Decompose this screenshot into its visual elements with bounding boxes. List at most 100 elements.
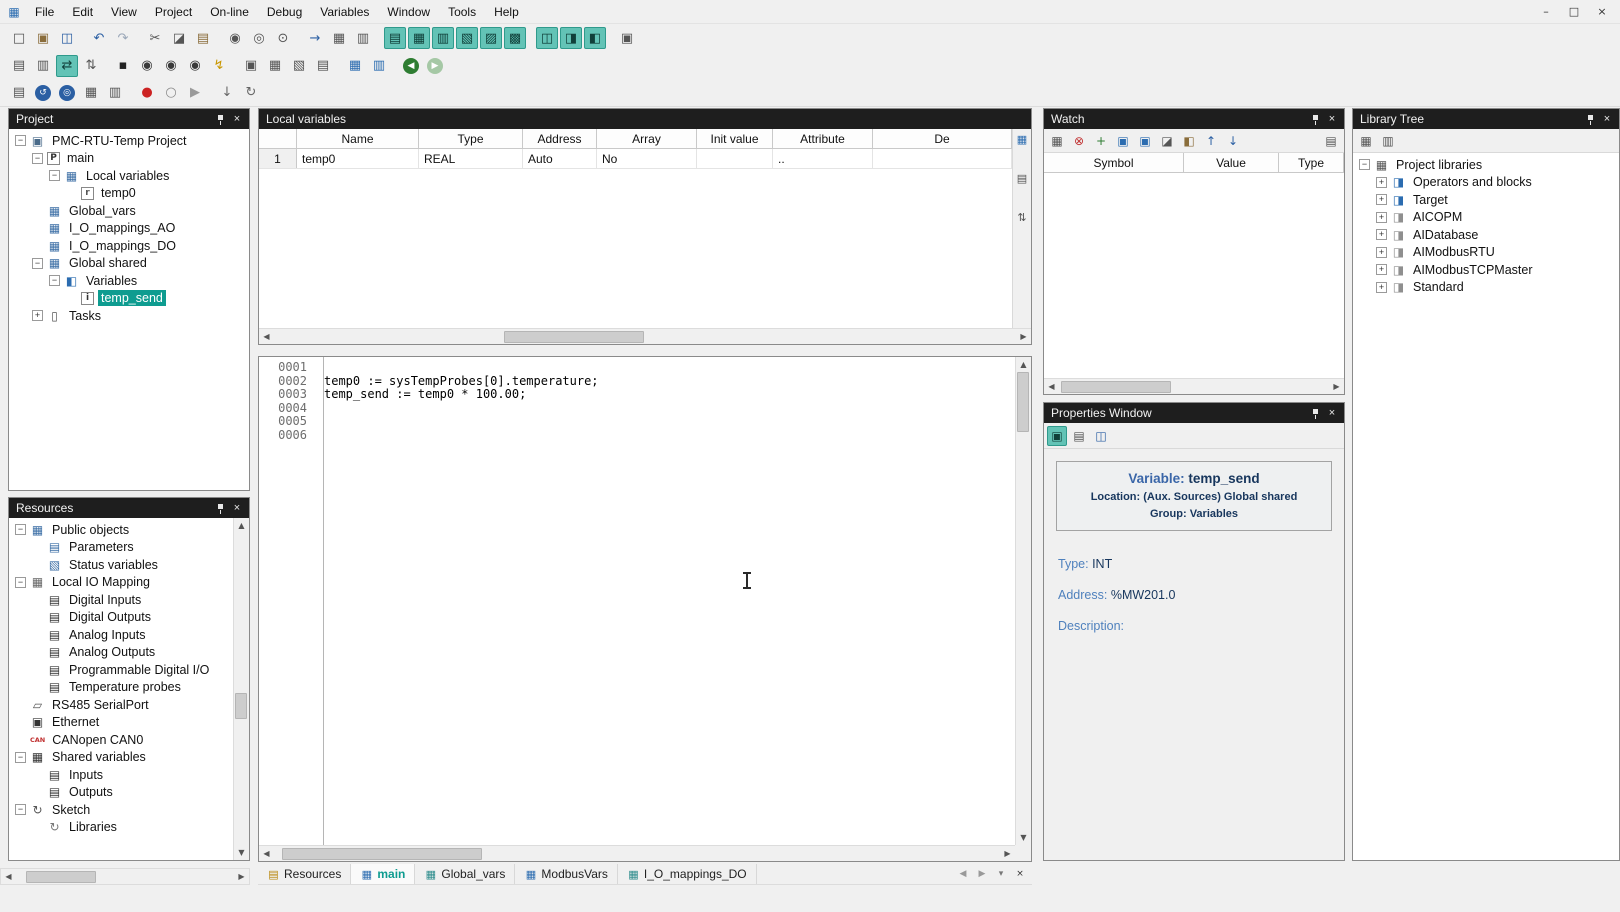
editor-line[interactable]: 0002temp0 := sysTempProbes[0].temperatur… — [259, 375, 1015, 389]
import-watch-button[interactable]: ▣ — [1113, 131, 1133, 151]
column-header-name[interactable]: Name — [297, 129, 419, 148]
st-code-editor[interactable]: 00010002temp0 := sysTempProbes[0].temper… — [258, 356, 1032, 862]
plus-expander-icon[interactable]: + — [1376, 212, 1387, 223]
save-watch-button[interactable]: ◪ — [1157, 131, 1177, 151]
device-view-button[interactable]: ▤ — [312, 55, 334, 77]
table-cell[interactable] — [873, 149, 1012, 168]
menu-window[interactable]: Window — [378, 2, 439, 22]
tree-item-local-variables[interactable]: −▦Local variables — [9, 167, 249, 185]
tree-item-status-variables[interactable]: ▧Status variables — [9, 556, 233, 574]
tab-scroll-left-button[interactable]: ◀ — [956, 867, 970, 881]
restore-button[interactable]: □ — [1566, 4, 1582, 20]
tree-item-local-io-mapping[interactable]: −▦Local IO Mapping — [9, 574, 233, 592]
variables-view-button[interactable]: ◫ — [536, 27, 558, 49]
plus-expander-icon[interactable]: + — [1376, 282, 1387, 293]
plus-expander-icon[interactable]: + — [1376, 247, 1387, 258]
trigger-grid-button[interactable]: ▥ — [104, 82, 126, 104]
build-all-button[interactable]: ▥ — [32, 55, 54, 77]
tree-item-aidatabase[interactable]: +◨AIDatabase — [1353, 226, 1619, 244]
table-cell[interactable]: No — [597, 149, 697, 168]
menu-project[interactable]: Project — [146, 2, 201, 22]
tab-i-o-mappings-do[interactable]: ▦I_O_mappings_DO — [618, 864, 757, 884]
v-scrollbar-thumb[interactable] — [1017, 372, 1029, 432]
editor-line[interactable]: 0005 — [259, 415, 1015, 429]
compile-button[interactable]: ▤ — [8, 55, 30, 77]
save-button[interactable]: ◫ — [56, 27, 78, 49]
code-text[interactable]: temp0 := sysTempProbes[0].temperature; — [315, 375, 599, 389]
scroll-down-icon[interactable]: ▼ — [234, 845, 249, 860]
tree-item-public-objects[interactable]: −▦Public objects — [9, 521, 233, 539]
scroll-right-icon[interactable]: ▶ — [1000, 846, 1015, 861]
goto-button[interactable]: → — [304, 27, 326, 49]
refresh-properties-button[interactable]: ▣ — [1047, 426, 1067, 446]
scroll-up-icon[interactable]: ▲ — [234, 518, 249, 533]
minus-expander-icon[interactable]: − — [15, 752, 26, 763]
record-button[interactable]: ● — [136, 82, 158, 104]
tree-item-global-vars[interactable]: ▦Global_vars — [9, 202, 249, 220]
menu-on-line[interactable]: On-line — [201, 2, 258, 22]
editor-line[interactable]: 0004 — [259, 402, 1015, 416]
code-text[interactable] — [315, 429, 324, 443]
quick-download-button[interactable]: ↯ — [208, 55, 230, 77]
column-header-type[interactable]: Type — [419, 129, 523, 148]
tree-item-target[interactable]: +◨Target — [1353, 191, 1619, 209]
table-cell[interactable]: REAL — [419, 149, 523, 168]
tree-item-digital-outputs[interactable]: ▤Digital Outputs — [9, 609, 233, 627]
scroll-left-icon[interactable]: ◀ — [1, 869, 16, 884]
tree-item-analog-inputs[interactable]: ▤Analog Inputs — [9, 626, 233, 644]
back-button[interactable]: ◀ — [400, 55, 422, 77]
tree-item-aimodbustcpmaster[interactable]: +◨AIModbusTCPMaster — [1353, 261, 1619, 279]
scroll-right-icon[interactable]: ▶ — [1016, 329, 1031, 344]
sort-rows-button[interactable]: ⇅ — [1014, 209, 1031, 226]
print-properties-button[interactable]: ▤ — [1069, 426, 1089, 446]
paste-symbol-button[interactable]: ▤ — [1321, 131, 1341, 151]
export-watch-button[interactable]: ▣ — [1135, 131, 1155, 151]
tree-item-project-libraries[interactable]: −▦Project libraries — [1353, 156, 1619, 174]
find-next-button[interactable]: ◎ — [248, 27, 270, 49]
watch-list-button[interactable]: ▦ — [1047, 131, 1067, 151]
minimize-button[interactable]: – — [1538, 4, 1554, 20]
column-header-array[interactable]: Array — [597, 129, 697, 148]
table-cell[interactable]: .. — [773, 149, 873, 168]
scroll-left-icon[interactable]: ◀ — [1044, 379, 1059, 394]
tree-item-digital-inputs[interactable]: ▤Digital Inputs — [9, 591, 233, 609]
pin-icon[interactable] — [1308, 405, 1324, 421]
fbd-editor-button[interactable]: ▦ — [408, 27, 430, 49]
plus-expander-icon[interactable]: + — [1376, 177, 1387, 188]
h-scrollbar-thumb[interactable] — [282, 848, 482, 860]
h-scrollbar-thumb[interactable] — [26, 871, 96, 883]
connect-button[interactable]: ⇄ — [56, 55, 78, 77]
minus-expander-icon[interactable]: − — [1359, 159, 1370, 170]
code-text[interactable] — [315, 402, 324, 416]
tab-menu-button[interactable]: ▾ — [994, 867, 1008, 881]
watch-list[interactable] — [1044, 173, 1344, 378]
minus-expander-icon[interactable]: − — [32, 153, 43, 164]
scroll-down-icon[interactable]: ▼ — [1016, 830, 1031, 845]
tree-item-main[interactable]: −Pmain — [9, 150, 249, 168]
tab-modbusvars[interactable]: ▦ModbusVars — [515, 864, 617, 884]
project-check-button[interactable]: ▤ — [8, 82, 30, 104]
column-header-type[interactable]: Type — [1279, 153, 1344, 172]
close-button[interactable]: × — [1594, 4, 1610, 20]
online-connect-button[interactable]: ↺ — [32, 82, 54, 104]
tree-item-variables[interactable]: −◧Variables — [9, 272, 249, 290]
tree-item-i-o-mappings-do[interactable]: ▦I_O_mappings_DO — [9, 237, 249, 255]
column-header-attribute[interactable]: Attribute — [773, 129, 873, 148]
tree-item-global-shared[interactable]: −▦Global shared — [9, 255, 249, 273]
tree-item-outputs[interactable]: ▤Outputs — [9, 784, 233, 802]
save-properties-button[interactable]: ◫ — [1091, 426, 1111, 446]
row-number-cell[interactable]: 1 — [259, 149, 297, 168]
editor-vertical-scrollbar[interactable]: ▲ ▼ — [1015, 357, 1031, 845]
tab-global-vars[interactable]: ▦Global_vars — [415, 864, 515, 884]
table-cell[interactable]: Auto — [523, 149, 597, 168]
plus-expander-icon[interactable]: + — [32, 310, 43, 321]
forward-button[interactable]: ▶ — [424, 55, 446, 77]
tree-item-tasks[interactable]: +▯Tasks — [9, 307, 249, 325]
print-button[interactable]: ▦ — [328, 27, 350, 49]
find-in-project-button[interactable]: ⊙ — [272, 27, 294, 49]
minus-expander-icon[interactable]: − — [15, 135, 26, 146]
tab-scroll-right-button[interactable]: ▶ — [975, 867, 989, 881]
grid-mode-button[interactable]: ▦ — [1014, 131, 1031, 148]
copy-button[interactable]: ◪ — [168, 27, 190, 49]
plus-expander-icon[interactable]: + — [1376, 264, 1387, 275]
